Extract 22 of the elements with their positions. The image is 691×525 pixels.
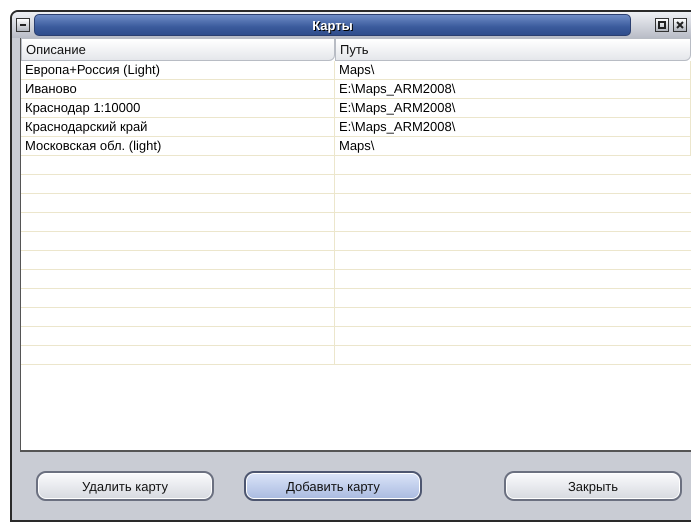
minus-icon [20, 24, 26, 26]
close-icon [676, 21, 684, 29]
maximize-button[interactable] [655, 18, 669, 32]
table-cell: Maps\ [335, 137, 691, 155]
delete-map-button[interactable]: Удалить карту [36, 471, 214, 501]
close-dialog-button[interactable]: Закрыть [504, 471, 682, 501]
window-title: Карты [34, 14, 631, 36]
add-map-button[interactable]: Добавить карту [244, 471, 422, 501]
column-header[interactable]: Описание [21, 38, 335, 61]
square-icon [658, 21, 666, 29]
table-cell: E:\Maps_ARM2008\ [335, 118, 691, 136]
table-cell: E:\Maps_ARM2008\ [335, 80, 691, 98]
table-cell: Краснодарский край [21, 118, 335, 136]
close-button[interactable] [673, 18, 687, 32]
table-cell: Московская обл. (light) [21, 137, 335, 155]
table-cell: Иваново [21, 80, 335, 98]
table-cell: Maps\ [335, 61, 691, 79]
column-header[interactable]: Путь [335, 38, 691, 61]
table-cell: Краснодар 1:10000 [21, 99, 335, 117]
minimize-button[interactable] [16, 18, 30, 32]
table-cell: E:\Maps_ARM2008\ [335, 99, 691, 117]
table-cell: Европа+Россия (Light) [21, 61, 335, 79]
